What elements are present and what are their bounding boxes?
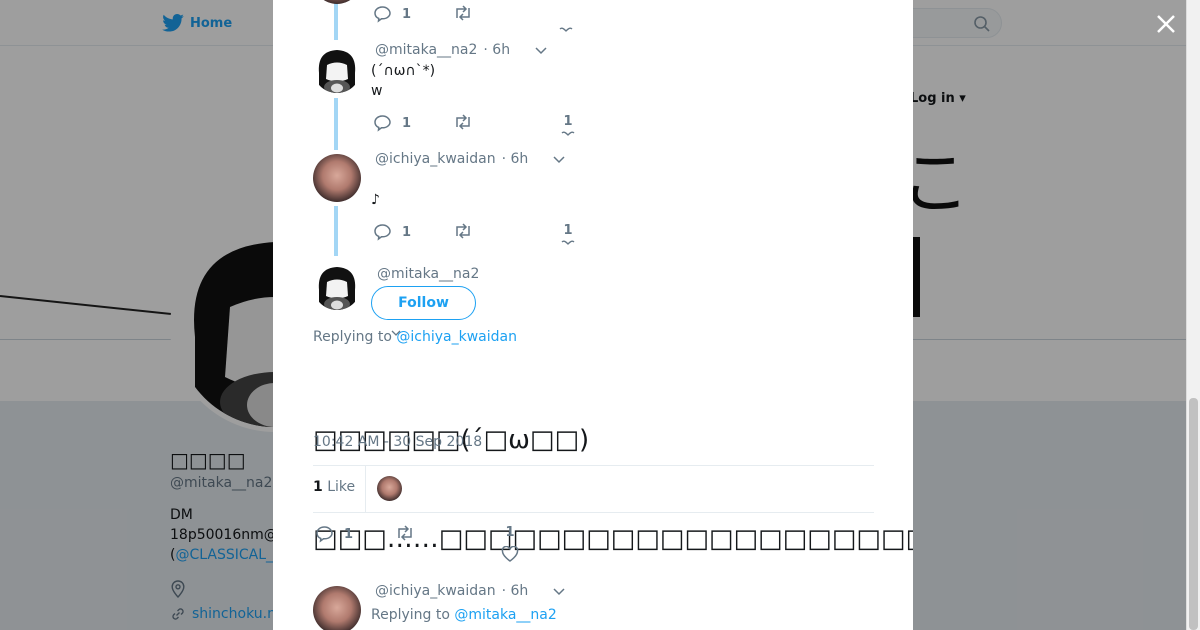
tweet-author-handle[interactable]: @ichiya_kwaidan (375, 151, 496, 167)
like-button[interactable]: 1 (561, 223, 575, 248)
page-scrollbar[interactable] (1186, 0, 1200, 630)
like-button[interactable]: 1 (561, 114, 575, 139)
like-stat-count: 1 (313, 479, 323, 495)
like-count: 1 (563, 223, 573, 238)
tweet-actions: 1 1 (373, 223, 633, 245)
tweet-header: @mitaka__na2 · 6h (375, 42, 548, 58)
retweet-icon (398, 525, 412, 541)
reply-button[interactable]: 1 (373, 114, 411, 132)
replying-to-link[interactable]: @mitaka__na2 (454, 607, 556, 623)
retweet-icon (456, 223, 470, 239)
replying-to: Replying to @mitaka__na2 (371, 607, 557, 623)
tweet-author-handle[interactable]: @mitaka__na2 (377, 266, 479, 282)
like-stat-label: Like (327, 479, 356, 495)
reply-icon (316, 526, 333, 543)
tweet-actions: 1 (373, 5, 633, 32)
tweet-header: @ichiya_kwaidan · 6h (375, 583, 566, 599)
chevron-down-icon[interactable] (552, 154, 566, 164)
tweet-author-handle[interactable]: @mitaka__na2 (375, 42, 477, 58)
like-stat[interactable]: 1 Like (313, 479, 355, 495)
tweet-text-line: (´∩ω∩`*) (371, 63, 436, 79)
replying-to: Replying to @ichiya_kwaidan (313, 329, 517, 345)
tweet-text: ♪ (371, 190, 380, 210)
reply-icon (374, 6, 391, 23)
chevron-down-icon[interactable] (552, 586, 566, 596)
avatar[interactable] (313, 262, 361, 310)
tweet-stats: 1 Like (313, 465, 874, 513)
reply-icon (374, 224, 391, 241)
tweet-time[interactable]: · 6h (502, 151, 529, 167)
heart-icon (559, 27, 573, 32)
reply-button[interactable]: 1 (373, 223, 411, 241)
close-icon[interactable] (1152, 10, 1180, 38)
avatar[interactable] (313, 0, 361, 4)
thread-line (334, 0, 338, 40)
follow-button[interactable]: Follow (371, 286, 476, 320)
reply-icon (374, 115, 391, 132)
avatar[interactable] (313, 586, 361, 630)
avatar[interactable] (313, 45, 361, 93)
retweet-button[interactable] (453, 114, 473, 130)
heart-icon (561, 131, 575, 136)
retweet-icon (456, 5, 470, 21)
tweet-text: (´∩ω∩`*) w (371, 61, 435, 101)
retweet-button[interactable] (453, 5, 473, 21)
avatar[interactable] (313, 154, 361, 202)
heart-icon (501, 546, 519, 562)
scrollbar-thumb[interactable] (1189, 398, 1198, 630)
thread-line (334, 98, 338, 150)
tweet-time[interactable]: · 6h (483, 42, 510, 58)
replying-to-link[interactable]: @ichiya_kwaidan (396, 329, 517, 345)
like-count: 1 (563, 114, 573, 129)
stats-divider (365, 466, 366, 512)
tweet-header: @ichiya_kwaidan · 6h (375, 151, 566, 167)
tweet-modal: 1 @mitaka__na2 · 6h (´∩ω∩`*) w 1 1 @ichi… (273, 0, 913, 630)
retweet-icon (456, 114, 470, 130)
tweet-timestamp[interactable]: 10:42 AM - 30 Sep 2018 (313, 434, 482, 450)
like-button[interactable]: 1 (501, 525, 519, 562)
tweet-text-line: ♪ (371, 192, 380, 208)
tweet-time[interactable]: · 6h (502, 583, 529, 599)
heart-icon (561, 240, 575, 245)
tweet-text-line: w (371, 83, 383, 99)
like-count: 1 (505, 525, 515, 540)
thread-line (334, 206, 338, 256)
retweet-button[interactable] (453, 223, 473, 239)
liker-avatar[interactable] (377, 476, 402, 501)
tweet-actions: 1 1 (373, 114, 633, 136)
focused-tweet-header: @mitaka__na2 (377, 266, 479, 282)
focused-tweet-actions: 1 1 (315, 525, 575, 569)
tweet-author-handle[interactable]: @ichiya_kwaidan (375, 583, 496, 599)
reply-button[interactable]: 1 (373, 5, 411, 23)
chevron-down-icon[interactable] (534, 45, 548, 55)
like-button[interactable] (559, 27, 573, 35)
retweet-button[interactable] (395, 525, 415, 541)
reply-button[interactable]: 1 (315, 525, 353, 543)
